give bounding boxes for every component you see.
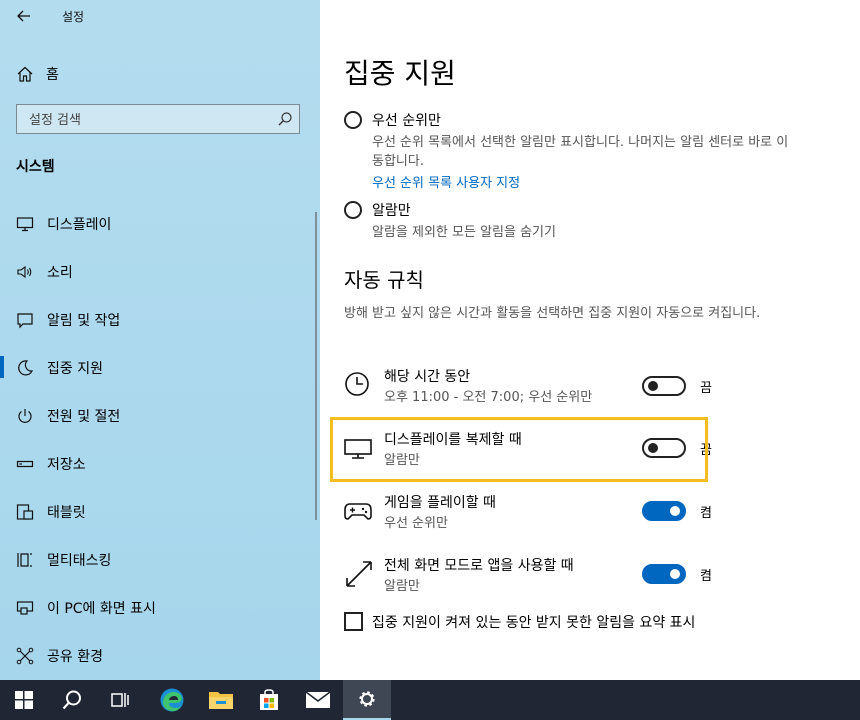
edge-button[interactable] [148,680,196,720]
sidebar-item-power[interactable]: 전원 및 절전 [0,392,320,440]
multitask-icon [17,553,32,567]
speaker-icon [17,265,32,279]
toggle-state: 끔 [700,381,712,396]
toggle-state: 켬 [700,569,712,584]
toggle-switch[interactable] [642,376,686,396]
radio-description: 알람을 제외한 모든 알림을 숨기기 [372,225,556,240]
settings-icon [359,691,375,707]
summary-checkbox[interactable] [344,612,363,631]
main-content: 집중 지원 우선 순위만 우선 순위 목록에서 선택한 알림만 표시합니다. 나… [320,0,860,680]
page-title: 집중 지원 [344,57,456,90]
sidebar-item-label: 집중 지원 [47,361,103,377]
toggle-switch[interactable] [642,564,686,584]
sidebar-nav: 디스플레이 소리 알림 및 작업 집중 지원 전원 및 절전 저장소 태블릿 멀… [0,200,320,680]
toggle-switch[interactable] [642,501,686,521]
section-header-system: 시스템 [16,159,55,175]
customize-priority-link[interactable]: 우선 순위 목록 사용자 지정 [372,172,792,191]
clock-icon [345,372,369,396]
toggle-knob [670,569,680,579]
radio-label: 우선 순위만 [372,113,441,129]
sidebar-item-focus-assist[interactable]: 집중 지원 [0,344,320,392]
rule-title: 전체 화면 모드로 앱을 사용할 때 [384,558,574,574]
sidebar-item-label: 태블릿 [47,505,86,521]
project-icon [16,601,34,615]
file-explorer-icon [209,692,233,709]
power-icon [18,409,32,423]
gamepad-icon [344,503,372,520]
task-view-button[interactable] [96,680,144,720]
radio-label: 알람만 [372,203,411,219]
mail-icon [305,691,331,708]
sidebar-item-label: 디스플레이 [47,217,112,233]
sidebar-item-label: 이 PC에 화면 표시 [47,601,156,617]
monitor-icon [16,217,34,232]
sidebar-item-notifications[interactable]: 알림 및 작업 [0,296,320,344]
rule-playing-game[interactable]: 게임을 플레이할 때 우선 순위만 켬 [344,492,712,536]
rule-title: 해당 시간 동안 [384,369,471,385]
task-view-icon [111,693,129,707]
sidebar-item-storage[interactable]: 저장소 [0,440,320,488]
rule-subtitle: 오후 11:00 - 오전 7:00; 우선 순위만 [384,390,593,405]
sidebar-item-shared-experiences[interactable]: 공유 환경 [0,632,320,680]
app-title: 설정 [62,10,85,24]
sidebar-item-label: 알림 및 작업 [47,313,121,329]
auto-rules-description: 방해 받고 싶지 않은 시간과 활동을 선택하면 집중 지원이 자동으로 켜집니… [344,306,761,321]
sidebar-item-label: 저장소 [47,457,86,473]
sidebar-item-label: 공유 환경 [47,649,103,665]
search-icon[interactable] [277,111,293,127]
message-icon [17,313,33,329]
back-button[interactable] [12,5,36,27]
sidebar-item-label: 소리 [47,265,73,281]
rule-subtitle: 우선 순위만 [384,516,448,531]
sidebar-item-label: 전원 및 절전 [47,409,121,425]
sidebar: 설정 홈 시스템 디스플레이 소리 알림 및 작업 집중 지원 [0,0,320,680]
windows-start-icon [15,691,33,709]
mail-button[interactable] [294,680,342,720]
rule-during-hours[interactable]: 해당 시간 동안 오후 11:00 - 오전 7:00; 우선 순위만 끔 [344,366,712,410]
store-icon [260,689,278,710]
tablet-icon [16,504,34,520]
home-icon [17,66,33,82]
start-button[interactable] [0,680,48,720]
taskbar-search-button[interactable] [48,680,96,720]
highlight-box [330,417,708,482]
radio-description: 우선 순위 목록에서 선택한 알림만 표시합니다. 나머지는 알림 센터로 바로… [372,135,789,169]
sidebar-scrollbar[interactable] [315,212,317,520]
edge-icon [160,688,184,712]
home-label: 홈 [46,67,59,83]
rule-title: 게임을 플레이할 때 [384,495,496,511]
back-arrow-icon [17,10,30,22]
toggle-knob [670,506,680,516]
summary-checkbox-label: 집중 지원이 켜져 있는 동안 받지 못한 알림을 요약 표시 [372,615,696,631]
sidebar-item-sound[interactable]: 소리 [0,248,320,296]
taskbar [0,680,860,720]
search-icon [62,690,81,710]
radio-button[interactable] [344,111,362,129]
file-explorer-button[interactable] [197,680,245,720]
share-icon [16,647,34,665]
radio-button[interactable] [344,201,362,219]
sidebar-item-label: 멀티태스킹 [47,553,112,569]
moon-icon [18,360,34,376]
radio-priority-only[interactable]: 우선 순위만 우선 순위 목록에서 선택한 알림만 표시합니다. 나머지는 알림… [344,111,788,191]
storage-icon [16,460,34,468]
sidebar-item-display[interactable]: 디스플레이 [0,200,320,248]
settings-search-input[interactable] [27,110,281,130]
rule-subtitle: 알람만 [384,579,420,594]
rule-fullscreen-app[interactable]: 전체 화면 모드로 앱을 사용할 때 알람만 켬 [344,555,712,599]
home-link[interactable]: 홈 [16,62,59,86]
sidebar-item-tablet[interactable]: 태블릿 [0,488,320,536]
toggle-state: 켬 [700,506,712,521]
settings-search-box[interactable] [16,104,300,134]
sidebar-item-project[interactable]: 이 PC에 화면 표시 [0,584,320,632]
sidebar-item-multitasking[interactable]: 멀티태스킹 [0,536,320,584]
radio-alarms-only[interactable]: 알람만 알람을 제외한 모든 알림을 숨기기 [344,201,556,240]
store-button[interactable] [245,680,293,720]
fullscreen-icon [346,561,372,587]
section-title-auto-rules: 자동 규칙 [344,268,424,292]
settings-taskbar-button[interactable] [343,680,391,720]
toggle-knob [648,381,658,391]
